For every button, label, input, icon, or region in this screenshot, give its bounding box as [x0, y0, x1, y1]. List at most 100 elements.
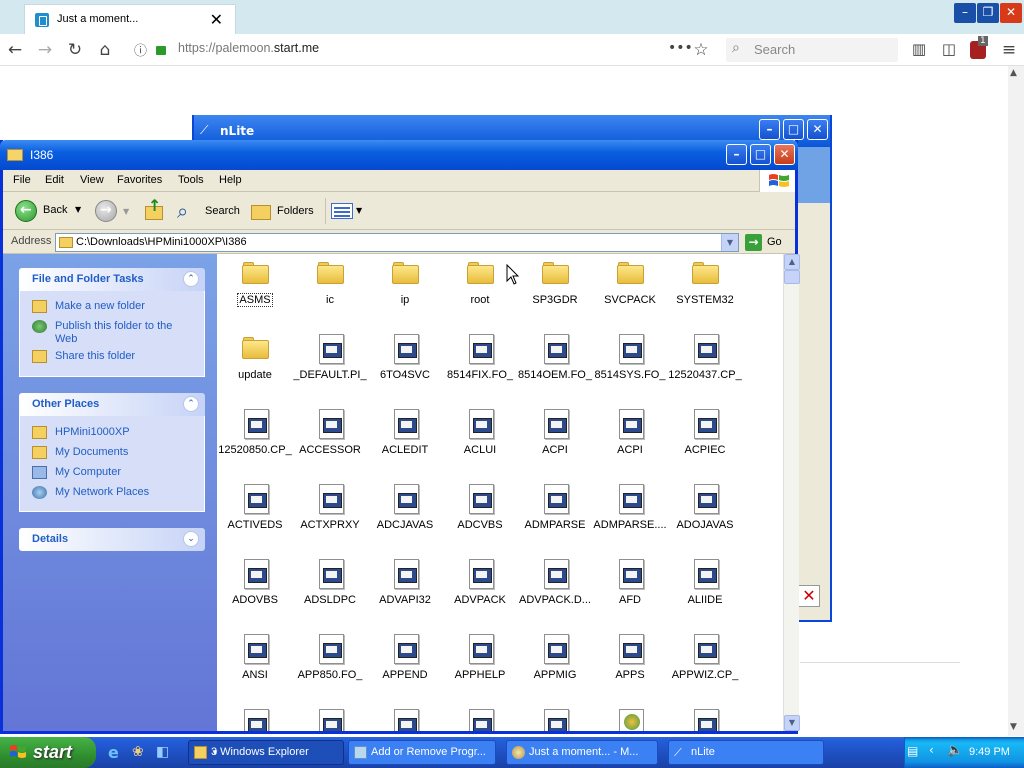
file-item[interactable]: 8514FIX.FO_ [443, 331, 517, 406]
file-item[interactable] [518, 706, 592, 731]
file-item[interactable]: ACTXPRXY [293, 481, 367, 556]
task-nlite[interactable]: ⟋ nLite [668, 740, 824, 765]
nlite-close-button[interactable]: ✕ [807, 119, 828, 140]
file-view-scrollbar[interactable]: ▲ ▼ [783, 254, 800, 731]
browser-search-input[interactable]: ⌕ Search [726, 38, 898, 62]
folder-item[interactable]: ip [368, 256, 442, 331]
scroll-thumb[interactable] [784, 270, 800, 284]
file-item[interactable]: 12520850.CP_ [218, 406, 292, 481]
place-hpmini-link[interactable]: HPMini1000XP [32, 426, 195, 439]
file-item[interactable]: ACPI [518, 406, 592, 481]
ublock-icon[interactable]: 1 [970, 36, 988, 59]
file-item[interactable]: APPS [593, 631, 667, 706]
forward-dropdown-icon[interactable]: ▼ [123, 207, 129, 216]
scroll-down-icon[interactable]: ▼ [1010, 722, 1017, 732]
nlite-minimize-button[interactable]: – [759, 119, 780, 140]
browser-close-button[interactable]: ✕ [1000, 3, 1022, 23]
menu-file[interactable]: File [13, 174, 31, 186]
file-item[interactable]: APPEND [368, 631, 442, 706]
tray-expand-icon[interactable]: ‹ [929, 743, 934, 757]
file-item[interactable]: APPWIZ.CP_ [668, 631, 742, 706]
publish-folder-link[interactable]: Publish this folder to the Web [32, 320, 195, 346]
scroll-down-icon[interactable]: ▼ [784, 715, 800, 731]
forward-button[interactable]: → [95, 200, 117, 222]
views-button[interactable]: ▼ [331, 201, 365, 221]
back-button[interactable]: ← Back ▼ [11, 197, 89, 225]
address-input[interactable]: C:\Downloads\HPMini1000XP\I386 ▼ [55, 233, 739, 252]
file-item[interactable]: APPMIG [518, 631, 592, 706]
task-group-dropdown-icon[interactable]: ▼ [211, 748, 339, 757]
library-icon[interactable]: ▥ [908, 40, 930, 58]
explorer-maximize-button[interactable]: □ [750, 144, 771, 165]
folder-item[interactable]: SYSTEM32 [668, 256, 742, 331]
menu-favorites[interactable]: Favorites [117, 174, 162, 186]
browser-restore-button[interactable]: ❐ [977, 3, 999, 23]
make-new-folder-link[interactable]: Make a new folder [32, 300, 195, 313]
file-item[interactable]: ADCJAVAS [368, 481, 442, 556]
volume-tray-icon[interactable]: 🔈 [947, 743, 963, 758]
file-item[interactable]: ADOVBS [218, 556, 292, 631]
sidebar-icon[interactable]: ◫ [938, 40, 960, 58]
file-item[interactable] [293, 706, 367, 731]
folder-item[interactable]: SP3GDR [518, 256, 592, 331]
views-dropdown-icon[interactable]: ▼ [356, 206, 362, 215]
place-my-documents-link[interactable]: My Documents [32, 446, 195, 459]
start-button[interactable]: start [0, 737, 96, 768]
file-item[interactable]: AFD [593, 556, 667, 631]
file-item[interactable]: 8514OEM.FO_ [518, 331, 592, 406]
file-item[interactable]: ALIIDE [668, 556, 742, 631]
up-folder-button[interactable]: ↑ [143, 196, 165, 222]
share-folder-link[interactable]: Share this folder [32, 350, 195, 363]
file-item[interactable] [668, 706, 742, 731]
menu-tools[interactable]: Tools [178, 174, 204, 186]
file-item[interactable]: ADSLDPC [293, 556, 367, 631]
search-button[interactable]: ⌕ Search [177, 197, 243, 225]
details-header[interactable]: Details ⌄ [19, 528, 205, 551]
forward-arrow-icon[interactable]: → [34, 40, 56, 60]
explorer-close-button[interactable]: ✕ [774, 144, 795, 165]
file-item[interactable]: ACLUI [443, 406, 517, 481]
page-scrollbar[interactable]: ▲ ▼ [1008, 66, 1024, 736]
file-item[interactable]: ACPIEC [668, 406, 742, 481]
ie-quicklaunch-icon[interactable]: e [108, 743, 119, 762]
browser-minimize-button[interactable]: – [954, 3, 976, 23]
file-folder-tasks-header[interactable]: File and Folder Tasks ⌃ [19, 268, 205, 291]
place-my-computer-link[interactable]: My Computer [32, 466, 195, 479]
home-icon[interactable]: ⌂ [94, 40, 116, 60]
url-bar[interactable]: ⓘ https://palemoon.start.me [128, 36, 718, 62]
file-item[interactable]: 6TO4SVC [368, 331, 442, 406]
file-item[interactable]: ADVPACK.D... [518, 556, 592, 631]
collapse-chevron-icon[interactable]: ⌃ [183, 271, 199, 287]
expand-chevron-icon[interactable]: ⌄ [183, 531, 199, 547]
back-arrow-icon[interactable]: ← [4, 40, 26, 60]
nlite-cancel-icon[interactable]: ✕ [798, 585, 820, 607]
file-item[interactable]: ACCESSOR [293, 406, 367, 481]
other-places-header[interactable]: Other Places ⌃ [19, 393, 205, 416]
file-item[interactable]: _DEFAULT.PI_ [293, 331, 367, 406]
explorer-minimize-button[interactable]: – [726, 144, 747, 165]
menu-edit[interactable]: Edit [45, 174, 64, 186]
task-palemoon[interactable]: Just a moment... - M... [506, 740, 658, 765]
file-item[interactable]: ADVPACK [443, 556, 517, 631]
folder-item[interactable]: ic [293, 256, 367, 331]
file-item[interactable]: ADCVBS [443, 481, 517, 556]
scroll-up-icon[interactable]: ▲ [784, 254, 800, 270]
file-item[interactable]: 12520437.CP_ [668, 331, 742, 406]
scroll-up-icon[interactable]: ▲ [1010, 68, 1017, 78]
file-item[interactable]: ACPI [593, 406, 667, 481]
go-button[interactable]: → Go [745, 233, 791, 252]
explorer-title-bar[interactable]: I386 – □ ✕ [0, 140, 798, 170]
file-item[interactable]: ADVAPI32 [368, 556, 442, 631]
file-item[interactable] [368, 706, 442, 731]
file-item[interactable] [218, 706, 292, 731]
file-item[interactable]: ADMPARSE [518, 481, 592, 556]
menu-hamburger-icon[interactable]: ≡ [998, 40, 1020, 60]
file-item[interactable]: APPHELP [443, 631, 517, 706]
keyboard-tray-icon[interactable]: ▤ [907, 744, 918, 758]
browser-tab[interactable]: Just a moment... ✕ [24, 4, 236, 34]
place-my-network-link[interactable]: My Network Places [32, 486, 195, 499]
file-item[interactable]: ADMPARSE.... [593, 481, 667, 556]
address-dropdown-icon[interactable]: ▼ [721, 234, 738, 251]
menu-view[interactable]: View [80, 174, 104, 186]
folder-item[interactable]: update [218, 331, 292, 406]
